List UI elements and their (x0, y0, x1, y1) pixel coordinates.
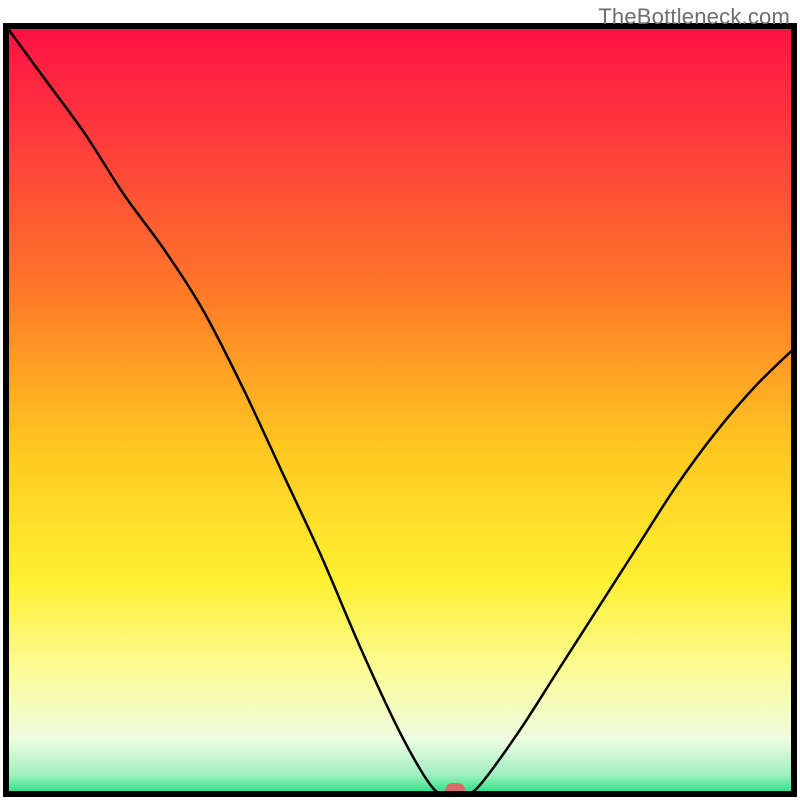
bottleneck-chart: TheBottleneck.com (0, 0, 800, 800)
chart-background (6, 26, 794, 794)
chart-svg (0, 0, 800, 800)
watermark-text: TheBottleneck.com (598, 4, 790, 30)
